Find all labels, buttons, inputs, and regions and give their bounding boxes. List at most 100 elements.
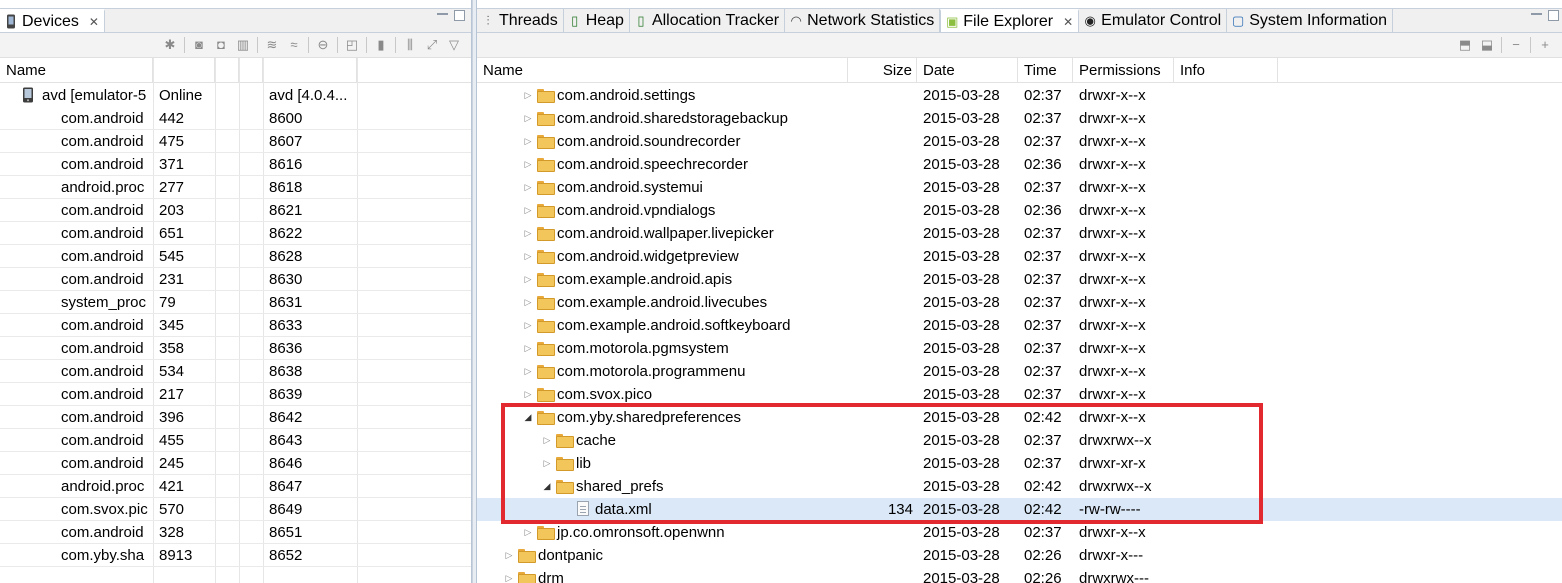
process-row[interactable]: com.android 651 8622 bbox=[0, 222, 471, 245]
tab-devices[interactable]: Devices ✕ bbox=[0, 9, 105, 32]
pull-file-icon[interactable]: ⬒ bbox=[1454, 35, 1476, 55]
folder-row[interactable]: ▷ drm 2015-03-28 02:26 drwxrwx--- bbox=[477, 567, 1562, 583]
folder-row[interactable]: ▷ com.android.wallpaper.livepicker 2015-03… bbox=[477, 222, 1562, 245]
process-row[interactable]: com.android 231 8630 bbox=[0, 268, 471, 291]
folder-row[interactable]: ▷ com.android.sharedstoragebackup 2015-03-… bbox=[477, 107, 1562, 130]
process-row[interactable]: system_proc 79 8631 bbox=[0, 291, 471, 314]
expand-arrow-icon[interactable]: ▷ bbox=[523, 521, 533, 544]
systrace-icon[interactable]: ⫼ bbox=[399, 35, 421, 55]
column-name[interactable]: Name bbox=[0, 58, 153, 83]
process-row[interactable]: com.android 442 8600 bbox=[0, 107, 471, 130]
collapse-arrow-icon[interactable]: ◢ bbox=[523, 406, 533, 429]
process-row[interactable]: com.android 545 8628 bbox=[0, 245, 471, 268]
collapse-arrow-icon[interactable]: ◢ bbox=[542, 475, 552, 498]
expand-arrow-icon[interactable]: ▷ bbox=[542, 452, 552, 475]
file-row[interactable]: data.xml 134 2015-03-28 02:42 -rw-rw---- bbox=[477, 498, 1562, 521]
folder-row[interactable]: ▷ com.android.settings 2015-03-28 02:37 drwx… bbox=[477, 84, 1562, 107]
expand-arrow-icon[interactable]: ▷ bbox=[523, 245, 533, 268]
tab-heap[interactable]: ▯ Heap bbox=[564, 9, 630, 32]
folder-row[interactable]: ▷ com.android.widgetpreview 2015-03-28 02:3… bbox=[477, 245, 1562, 268]
process-row[interactable]: com.yby.sha 8913 8652 bbox=[0, 544, 471, 567]
process-row[interactable]: com.android 217 8639 bbox=[0, 383, 471, 406]
expand-arrow-icon[interactable]: ▷ bbox=[523, 291, 533, 314]
expand-arrow-icon[interactable]: ▷ bbox=[523, 268, 533, 291]
column-size[interactable]: Size bbox=[848, 58, 917, 83]
start-profiling-icon[interactable]: ≈ bbox=[283, 35, 305, 55]
column-time[interactable]: Time bbox=[1018, 58, 1073, 83]
maximize-icon[interactable] bbox=[454, 10, 465, 21]
process-row[interactable]: com.android 455 8643 bbox=[0, 429, 471, 452]
folder-row[interactable]: ◢ shared_prefs 2015-03-28 02:42 drwxrwx--x bbox=[477, 475, 1562, 498]
tab-system-information[interactable]: ▢ System Information bbox=[1227, 9, 1394, 32]
expand-arrow-icon[interactable]: ▷ bbox=[523, 314, 533, 337]
process-row[interactable]: com.android 396 8642 bbox=[0, 406, 471, 429]
column-name[interactable]: Name bbox=[477, 58, 848, 83]
folder-row[interactable]: ▷ com.android.vpndialogs 2015-03-28 02:36 dr… bbox=[477, 199, 1562, 222]
process-row[interactable]: com.android 371 8616 bbox=[0, 153, 471, 176]
process-row[interactable]: com.android 534 8638 bbox=[0, 360, 471, 383]
column-blank-b[interactable] bbox=[239, 58, 263, 83]
cause-gc-icon[interactable]: ▥ bbox=[232, 35, 254, 55]
folder-row[interactable]: ▷ com.android.soundrecorder 2015-03-28 02:3… bbox=[477, 130, 1562, 153]
opengl-trace-icon[interactable]: ⤢ bbox=[421, 35, 443, 55]
dump-view-icon[interactable]: ▮ bbox=[370, 35, 392, 55]
folder-row[interactable]: ▷ com.example.android.livecubes 2015-03-28… bbox=[477, 291, 1562, 314]
process-row[interactable]: android.proc 277 8618 bbox=[0, 176, 471, 199]
expand-arrow-icon[interactable]: ▷ bbox=[523, 153, 533, 176]
expand-arrow-icon[interactable]: ▷ bbox=[542, 429, 552, 452]
collapse-arrow-icon[interactable] bbox=[6, 84, 16, 107]
tab-emulator-control[interactable]: ◉ Emulator Control bbox=[1079, 9, 1228, 32]
update-heap-icon[interactable]: ◙ bbox=[188, 35, 210, 55]
process-row[interactable]: com.android 345 8633 bbox=[0, 314, 471, 337]
folder-row[interactable]: ▷ jp.co.omronsoft.openwnn 2015-03-28 02:37 d… bbox=[477, 521, 1562, 544]
process-row[interactable]: android.proc 421 8647 bbox=[0, 475, 471, 498]
column-info[interactable]: Info bbox=[1174, 58, 1278, 83]
column-permissions[interactable]: Permissions bbox=[1073, 58, 1174, 83]
close-icon[interactable]: ✕ bbox=[89, 15, 99, 29]
folder-row[interactable]: ▷ com.android.systemui 2015-03-28 02:37 drwx… bbox=[477, 176, 1562, 199]
minimize-icon[interactable] bbox=[437, 13, 448, 17]
close-icon[interactable]: ✕ bbox=[1063, 15, 1073, 29]
folder-row[interactable]: ▷ lib 2015-03-28 02:37 drwxr-xr-x bbox=[477, 452, 1562, 475]
expand-arrow-icon[interactable]: ▷ bbox=[523, 360, 533, 383]
folder-row[interactable]: ▷ com.example.android.softkeyboard 2015-03… bbox=[477, 314, 1562, 337]
process-row[interactable]: com.svox.pic 570 8649 bbox=[0, 498, 471, 521]
stop-process-icon[interactable]: ⊖ bbox=[312, 35, 334, 55]
maximize-icon[interactable] bbox=[1548, 10, 1559, 21]
debug-icon[interactable]: ✱ bbox=[159, 35, 181, 55]
push-file-icon[interactable]: ⬓ bbox=[1476, 35, 1498, 55]
expand-arrow-icon[interactable]: ▷ bbox=[504, 544, 514, 567]
process-row[interactable]: com.android 328 8651 bbox=[0, 521, 471, 544]
expand-arrow-icon[interactable]: ▷ bbox=[523, 107, 533, 130]
folder-row[interactable]: ▷ com.motorola.pgmsystem 2015-03-28 02:37 dr… bbox=[477, 337, 1562, 360]
folder-row[interactable]: ▷ cache 2015-03-28 02:37 drwxrwx--x bbox=[477, 429, 1562, 452]
process-row[interactable]: com.android 245 8646 bbox=[0, 452, 471, 475]
expand-arrow-icon[interactable]: ▷ bbox=[523, 84, 533, 107]
column-blank-a[interactable] bbox=[215, 58, 239, 83]
expand-arrow-icon[interactable]: ▷ bbox=[504, 567, 514, 583]
process-row[interactable]: com.android 475 8607 bbox=[0, 130, 471, 153]
folder-row[interactable]: ▷ com.motorola.programmenu 2015-03-28 02:37… bbox=[477, 360, 1562, 383]
expand-arrow-icon[interactable]: ▷ bbox=[523, 383, 533, 406]
process-row[interactable]: com.android 203 8621 bbox=[0, 199, 471, 222]
process-row[interactable]: com.android 358 8636 bbox=[0, 337, 471, 360]
update-threads-icon[interactable]: ≋ bbox=[261, 35, 283, 55]
dump-hprof-icon[interactable]: ◘ bbox=[210, 35, 232, 55]
expand-arrow-icon[interactable]: ▷ bbox=[523, 222, 533, 245]
column-date[interactable]: Date bbox=[917, 58, 1018, 83]
screen-capture-icon[interactable]: ◰ bbox=[341, 35, 363, 55]
device-row[interactable]: avd [emulator-5 Online avd [4.0.4... bbox=[0, 84, 471, 107]
folder-row[interactable]: ◢ com.yby.sharedpreferences 2015-03-28 02:4… bbox=[477, 406, 1562, 429]
tab-network-statistics[interactable]: ◠ Network Statistics bbox=[785, 9, 941, 32]
folder-row[interactable]: ▷ com.svox.pico 2015-03-28 02:37 drwxr-x--x bbox=[477, 383, 1562, 406]
expand-arrow-icon[interactable]: ▷ bbox=[523, 199, 533, 222]
view-menu-icon[interactable]: ▽ bbox=[443, 35, 465, 55]
folder-row[interactable]: ▷ com.android.speechrecorder 2015-03-28 02:… bbox=[477, 153, 1562, 176]
expand-arrow-icon[interactable]: ▷ bbox=[523, 337, 533, 360]
delete-icon[interactable]: − bbox=[1505, 35, 1527, 55]
tab-file-explorer[interactable]: ▣ File Explorer ✕ bbox=[940, 9, 1080, 32]
tab-threads[interactable]: ⫶ Threads bbox=[477, 9, 564, 32]
folder-row[interactable]: ▷ dontpanic 2015-03-28 02:26 drwxr-x--- bbox=[477, 544, 1562, 567]
column-status[interactable] bbox=[153, 58, 215, 83]
expand-arrow-icon[interactable]: ▷ bbox=[523, 176, 533, 199]
